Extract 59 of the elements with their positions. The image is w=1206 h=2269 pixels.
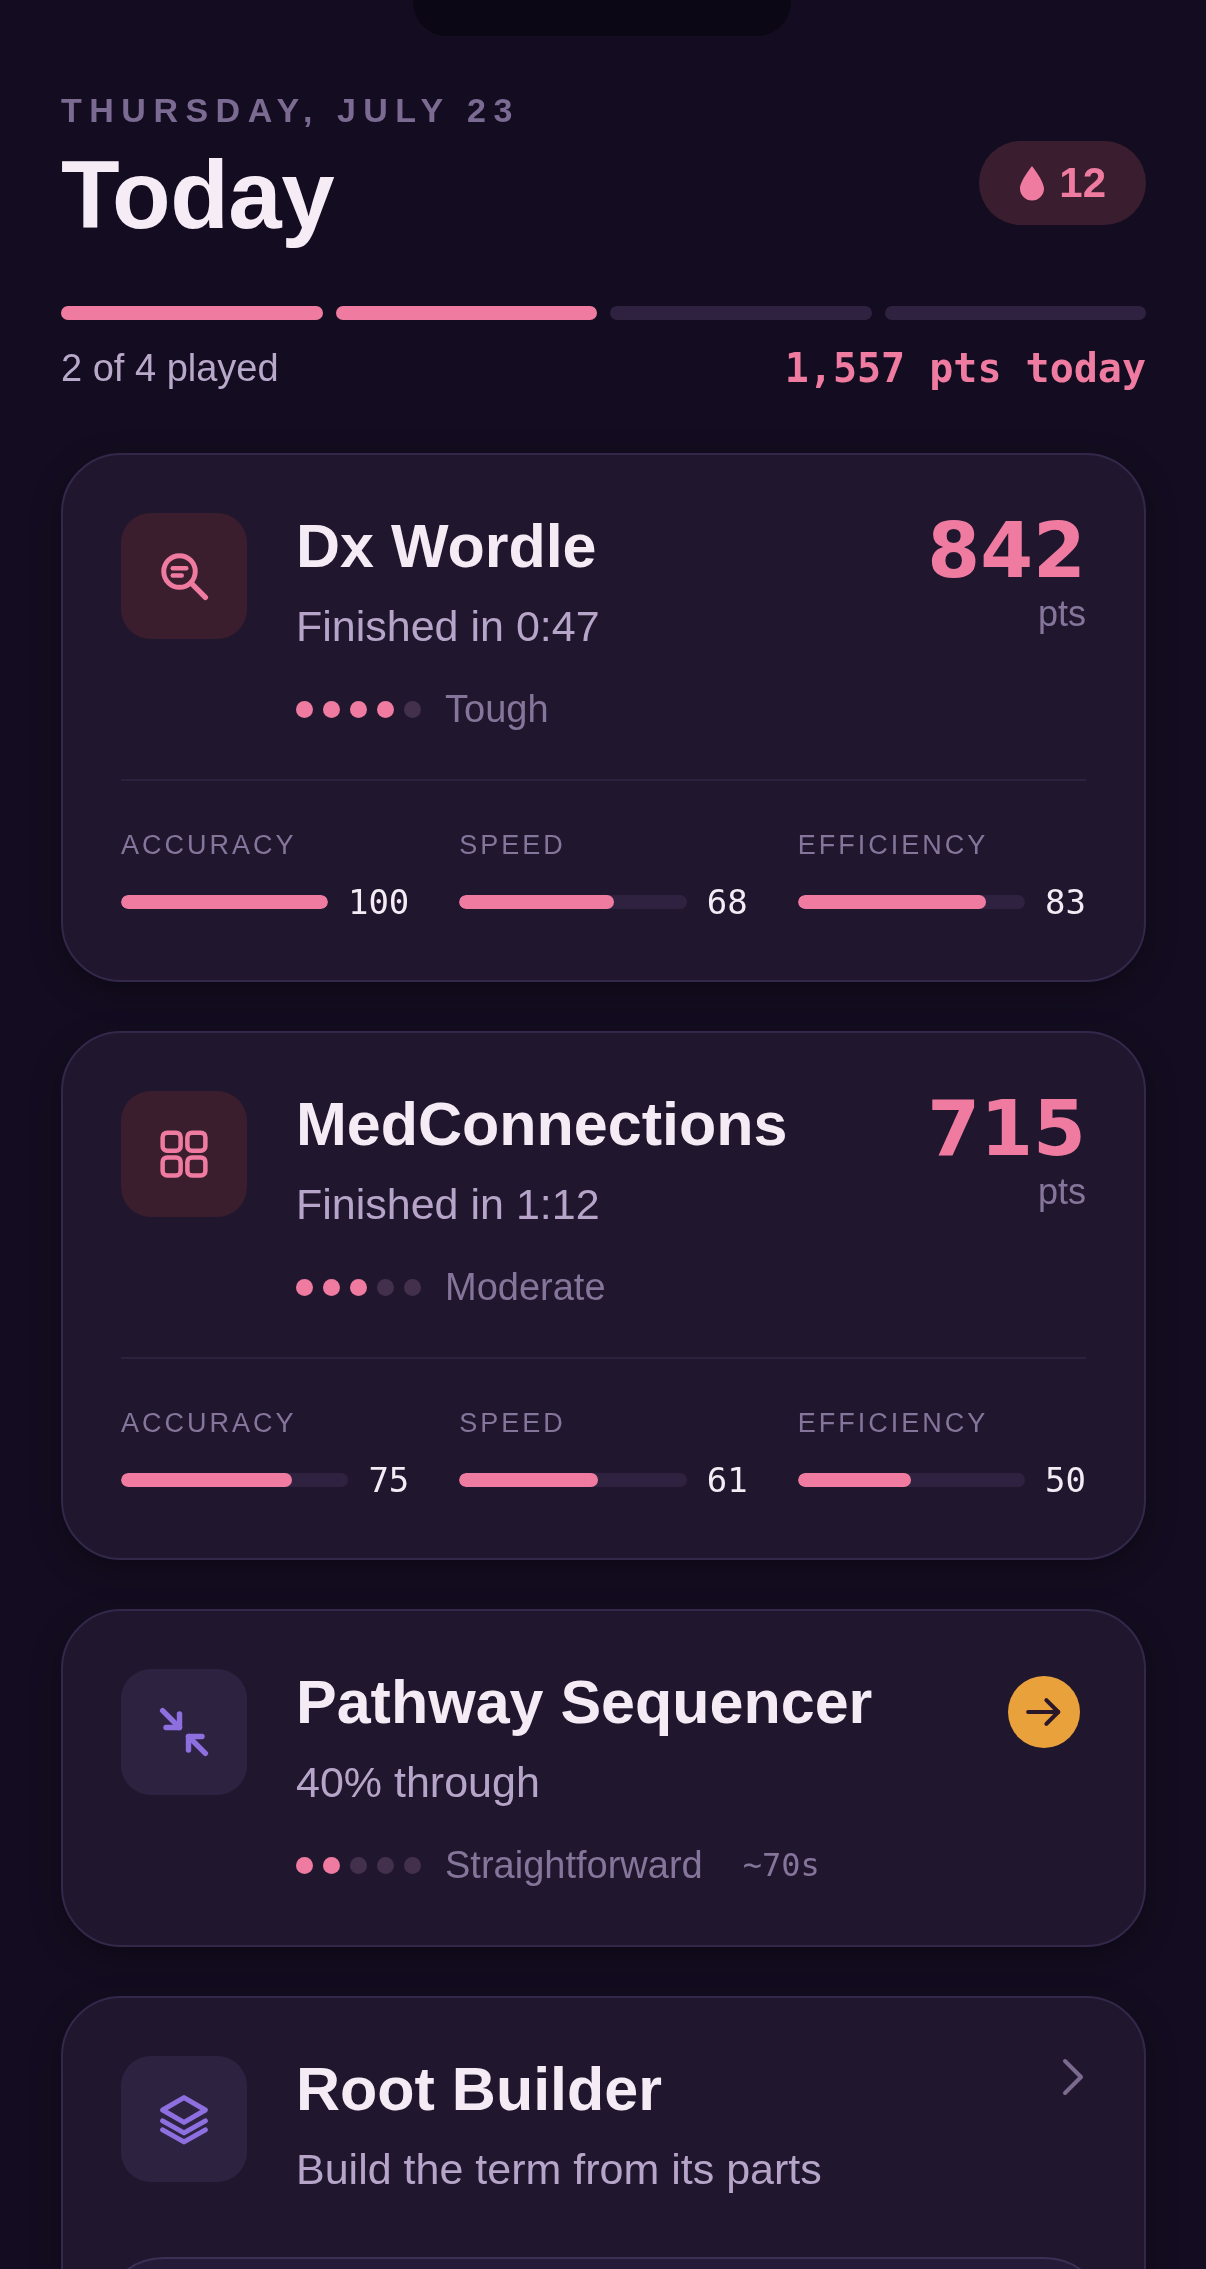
difficulty-dot — [323, 1856, 340, 1874]
difficulty-label: Tough — [445, 687, 549, 731]
game-card[interactable]: MedConnections Finished in 1:12 Moderate 715 pts ACCURACY 75 SPEED 61 EFFICIENCY 50 — [61, 1031, 1146, 1560]
collapse-arrows-icon — [121, 1669, 247, 1795]
score-value: 842 — [927, 513, 1086, 589]
score-unit: pts — [1037, 1172, 1086, 1212]
game-subtitle: 40% through — [296, 1757, 541, 1807]
difficulty-dot — [377, 1278, 394, 1296]
game-subtitle: Finished in 1:12 — [296, 1179, 601, 1229]
date-label: THURSDAY, JULY 23 — [61, 91, 520, 129]
difficulty-label: Straightforward — [445, 1843, 703, 1887]
metric-value: 61 — [706, 1460, 748, 1500]
metric-label: SPEED — [459, 829, 566, 861]
game-card[interactable]: Root Builder Build the term from its parts — [61, 1996, 1146, 2269]
difficulty-label: Moderate — [445, 1265, 606, 1309]
played-count: 2 of 4 played — [61, 346, 279, 390]
grid-icon — [121, 1091, 247, 1217]
game-card[interactable]: Dx Wordle Finished in 0:47 Tough 842 pts ACCURACY 100 SPEED 68 EFFICIENCY 83 — [61, 453, 1146, 982]
metric-label: EFFICIENCY — [797, 1407, 989, 1439]
metric-value: 100 — [347, 882, 410, 922]
page-title: Today — [61, 140, 335, 250]
game-card[interactable]: Pathway Sequencer 40% through Straightforward ~70s — [61, 1609, 1146, 1947]
difficulty-dot — [296, 1278, 313, 1296]
metric-value: 83 — [1045, 882, 1086, 922]
difficulty-dot — [350, 1856, 367, 1874]
game-title: MedConnections — [296, 1091, 789, 1157]
metric-label: SPEED — [459, 1407, 566, 1439]
difficulty-dot — [404, 700, 421, 718]
difficulty-dot — [377, 1856, 394, 1874]
game-subtitle: Build the term from its parts — [296, 2144, 823, 2194]
difficulty-dot — [350, 700, 367, 718]
difficulty-dot — [296, 700, 313, 718]
game-title: Dx Wordle — [296, 513, 598, 579]
difficulty-dot — [323, 700, 340, 718]
game-title: Root Builder — [296, 2056, 663, 2122]
duration-label: ~70s — [742, 1845, 820, 1885]
difficulty-dot — [296, 1856, 313, 1874]
score-unit: pts — [1037, 594, 1086, 634]
difficulty-dot — [404, 1278, 421, 1296]
magnifier-icon — [121, 513, 247, 639]
drop-icon — [1019, 165, 1046, 201]
streak-badge[interactable]: 12 — [979, 141, 1146, 225]
points-total: 1,557 pts today — [784, 346, 1146, 390]
metric-label: ACCURACY — [121, 1407, 297, 1439]
chevron-right-icon — [1061, 2058, 1085, 2096]
difficulty-dot — [350, 1278, 367, 1296]
difficulty-dot — [404, 1856, 421, 1874]
difficulty-dot — [377, 700, 394, 718]
metric-value: 50 — [1045, 1460, 1086, 1500]
game-title: Pathway Sequencer — [296, 1669, 874, 1735]
streak-count: 12 — [1059, 159, 1106, 207]
metric-value: 68 — [706, 882, 748, 922]
layers-icon — [121, 2056, 247, 2182]
metric-label: EFFICIENCY — [797, 829, 989, 861]
metric-value: 75 — [368, 1460, 410, 1500]
metric-label: ACCURACY — [121, 829, 297, 861]
score-value: 715 — [927, 1091, 1086, 1167]
game-subtitle: Finished in 0:47 — [296, 601, 601, 651]
difficulty-dot — [323, 1278, 340, 1296]
